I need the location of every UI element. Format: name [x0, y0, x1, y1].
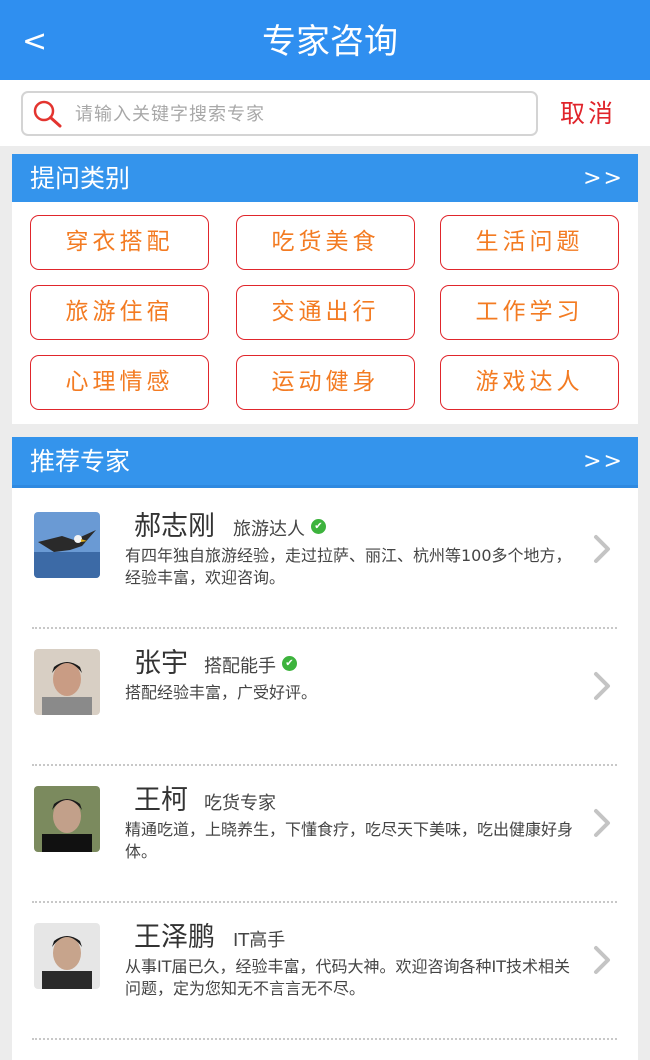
cancel-button[interactable]: 取消 — [560, 98, 630, 130]
category-button[interactable]: 心理情感 — [30, 355, 209, 410]
expert-description: 搭配经验丰富，广受好评。 — [125, 683, 318, 702]
category-section-title: 提问类别 — [30, 164, 131, 193]
category-grid: 穿衣搭配 吃货美食 生活问题旅游住宿 交通出行 工作学习心理情感 运动健身 游戏达人 — [30, 215, 620, 411]
expert-panel: 推荐专家 >> 郝志刚 旅游达人 ✔ 有四年独自旅游经验，走过拉萨、丽江、杭州等100… — [12, 437, 638, 1060]
expert-tag: 吃货专家 — [204, 793, 276, 814]
man-avatar — [34, 786, 100, 852]
search-icon — [33, 100, 62, 128]
expert-name: 郝志刚 — [134, 511, 215, 542]
page-title: 专家咨询 — [262, 22, 398, 62]
man-avatar — [34, 923, 100, 989]
category-button[interactable]: 游戏达人 — [440, 355, 619, 410]
expert-description: 有四年独自旅游经验，走过拉萨、丽江、杭州等100多个地方，经验丰富，欢迎咨询。 — [125, 546, 572, 587]
category-button[interactable]: 交通出行 — [236, 285, 415, 340]
expert-header: 推荐专家 >> — [12, 437, 638, 485]
man-avatar — [34, 649, 100, 715]
category-more-button[interactable]: >> — [583, 154, 624, 202]
chevron-right-icon — [594, 946, 610, 974]
category-button[interactable]: 运动健身 — [236, 355, 415, 410]
search-input[interactable] — [75, 99, 525, 129]
chevron-right-icon — [594, 672, 610, 700]
expert-name: 张宇 — [134, 648, 188, 679]
verified-check-icon: ✔ — [282, 656, 297, 671]
category-button[interactable]: 工作学习 — [440, 285, 619, 340]
top-bar: < 专家咨询 — [0, 0, 650, 80]
search-box[interactable] — [21, 91, 538, 136]
expert-description: 从事IT届已久，经验丰富，代码大神。欢迎咨询各种IT技术相关问题，定为您知无不言… — [125, 957, 570, 998]
category-button[interactable]: 穿衣搭配 — [30, 215, 209, 270]
expert-more-button[interactable]: >> — [583, 437, 624, 485]
expert-name: 王泽鹏 — [134, 922, 215, 953]
category-button[interactable]: 吃货美食 — [236, 215, 415, 270]
expert-section-title: 推荐专家 — [30, 447, 131, 476]
category-panel: 提问类别 >> 穿衣搭配 吃货美食 生活问题旅游住宿 交通出行 工作学习心理情感 运动健身… — [12, 154, 638, 424]
chevron-right-icon — [594, 809, 610, 837]
eagle-avatar — [34, 512, 100, 578]
search-bar: 取消 — [0, 80, 650, 146]
expert-tag: 搭配能手 — [204, 656, 276, 677]
category-button[interactable]: 生活问题 — [440, 215, 619, 270]
expert-description: 精通吃道，上晓养生，下懂食疗，吃尽天下美味，吃出健康好身体。 — [125, 820, 574, 861]
chevron-right-icon — [594, 535, 610, 563]
expert-list-item[interactable]: 王泽鹏 IT高手从事IT届已久，经验丰富，代码大神。欢迎咨询各种IT技术相关问题，… — [12, 903, 638, 1040]
divider — [32, 1038, 617, 1040]
expert-list-item[interactable]: 郝志刚 旅游达人 ✔ 有四年独自旅游经验，走过拉萨、丽江、杭州等100多个地方，经验丰… — [12, 492, 638, 629]
expert-list-item[interactable]: 王柯 吃货专家精通吃道，上晓养生，下懂食疗，吃尽天下美味，吃出健康好身体。 — [12, 766, 638, 903]
expert-list-item[interactable]: 张宇 搭配能手 ✔ 搭配经验丰富，广受好评。 — [12, 629, 638, 766]
category-button[interactable]: 旅游住宿 — [30, 285, 209, 340]
expert-tag: 旅游达人 — [233, 519, 305, 540]
verified-check-icon: ✔ — [311, 519, 326, 534]
category-header: 提问类别 >> — [12, 154, 638, 202]
header-underline — [12, 485, 638, 488]
expert-tag: IT高手 — [233, 930, 286, 951]
expert-name: 王柯 — [134, 785, 188, 816]
